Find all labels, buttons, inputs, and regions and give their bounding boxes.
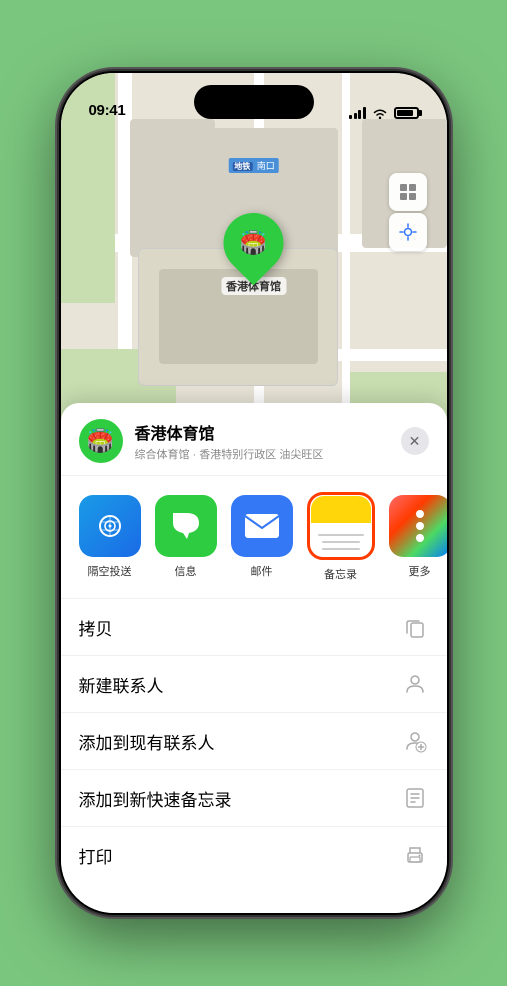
metro-label: 地铁 南口 — [228, 158, 279, 173]
more-label: 更多 — [409, 563, 431, 579]
location-pin: 🏟️ 香港体育馆 — [221, 213, 286, 295]
status-icons — [349, 107, 419, 119]
airdrop-icon — [79, 495, 141, 557]
share-item-airdrop[interactable]: 隔空投送 — [79, 495, 141, 579]
map-type-button[interactable] — [389, 173, 427, 211]
share-item-messages[interactable]: 信息 — [155, 495, 217, 579]
close-button[interactable]: ✕ — [401, 427, 429, 455]
venue-text: 香港体育馆 综合体育馆 · 香港特别行政区 油尖旺区 — [135, 420, 401, 462]
mail-icon — [231, 495, 293, 557]
status-time: 09:41 — [89, 102, 126, 119]
venue-name: 香港体育馆 — [135, 420, 401, 444]
add-existing-icon — [401, 727, 429, 755]
map-controls — [389, 173, 427, 251]
share-row: 隔空投送 信息 — [61, 476, 447, 590]
action-row-add-existing[interactable]: 添加到现有联系人 — [61, 712, 447, 769]
new-contact-label: 新建联系人 — [79, 672, 401, 697]
new-contact-icon — [401, 670, 429, 698]
action-row-new-contact[interactable]: 新建联系人 — [61, 655, 447, 712]
notes-icon — [311, 496, 371, 556]
location-button[interactable] — [389, 213, 427, 251]
signal-icon — [349, 107, 366, 119]
copy-label: 拷贝 — [79, 615, 401, 640]
notes-label: 备忘录 — [324, 566, 357, 582]
bottom-sheet: 🏟️ 香港体育馆 综合体育馆 · 香港特别行政区 油尖旺区 ✕ — [61, 403, 447, 913]
wifi-icon — [372, 107, 388, 119]
add-notes-icon — [401, 784, 429, 812]
status-bar: 09:41 — [61, 73, 447, 127]
print-label: 打印 — [79, 843, 401, 868]
share-item-notes[interactable]: 备忘录 — [307, 492, 375, 582]
messages-icon — [155, 495, 217, 557]
mail-label: 邮件 — [251, 563, 273, 579]
action-row-print[interactable]: 打印 — [61, 826, 447, 883]
action-row-add-notes[interactable]: 添加到新快速备忘录 — [61, 769, 447, 826]
add-notes-label: 添加到新快速备忘录 — [79, 786, 401, 811]
messages-label: 信息 — [175, 563, 197, 579]
venue-subtitle: 综合体育馆 · 香港特别行政区 油尖旺区 — [135, 446, 401, 462]
battery-icon — [394, 107, 419, 119]
share-item-more[interactable]: 更多 — [389, 495, 447, 579]
venue-icon: 🏟️ — [79, 419, 123, 463]
print-icon — [401, 841, 429, 869]
share-item-mail[interactable]: 邮件 — [231, 495, 293, 579]
airdrop-label: 隔空投送 — [88, 563, 132, 579]
add-existing-label: 添加到现有联系人 — [79, 729, 401, 754]
copy-icon — [401, 613, 429, 641]
action-row-copy[interactable]: 拷贝 — [61, 598, 447, 655]
more-icon — [389, 495, 447, 557]
venue-info-row: 🏟️ 香港体育馆 综合体育馆 · 香港特别行政区 油尖旺区 ✕ — [61, 403, 447, 476]
